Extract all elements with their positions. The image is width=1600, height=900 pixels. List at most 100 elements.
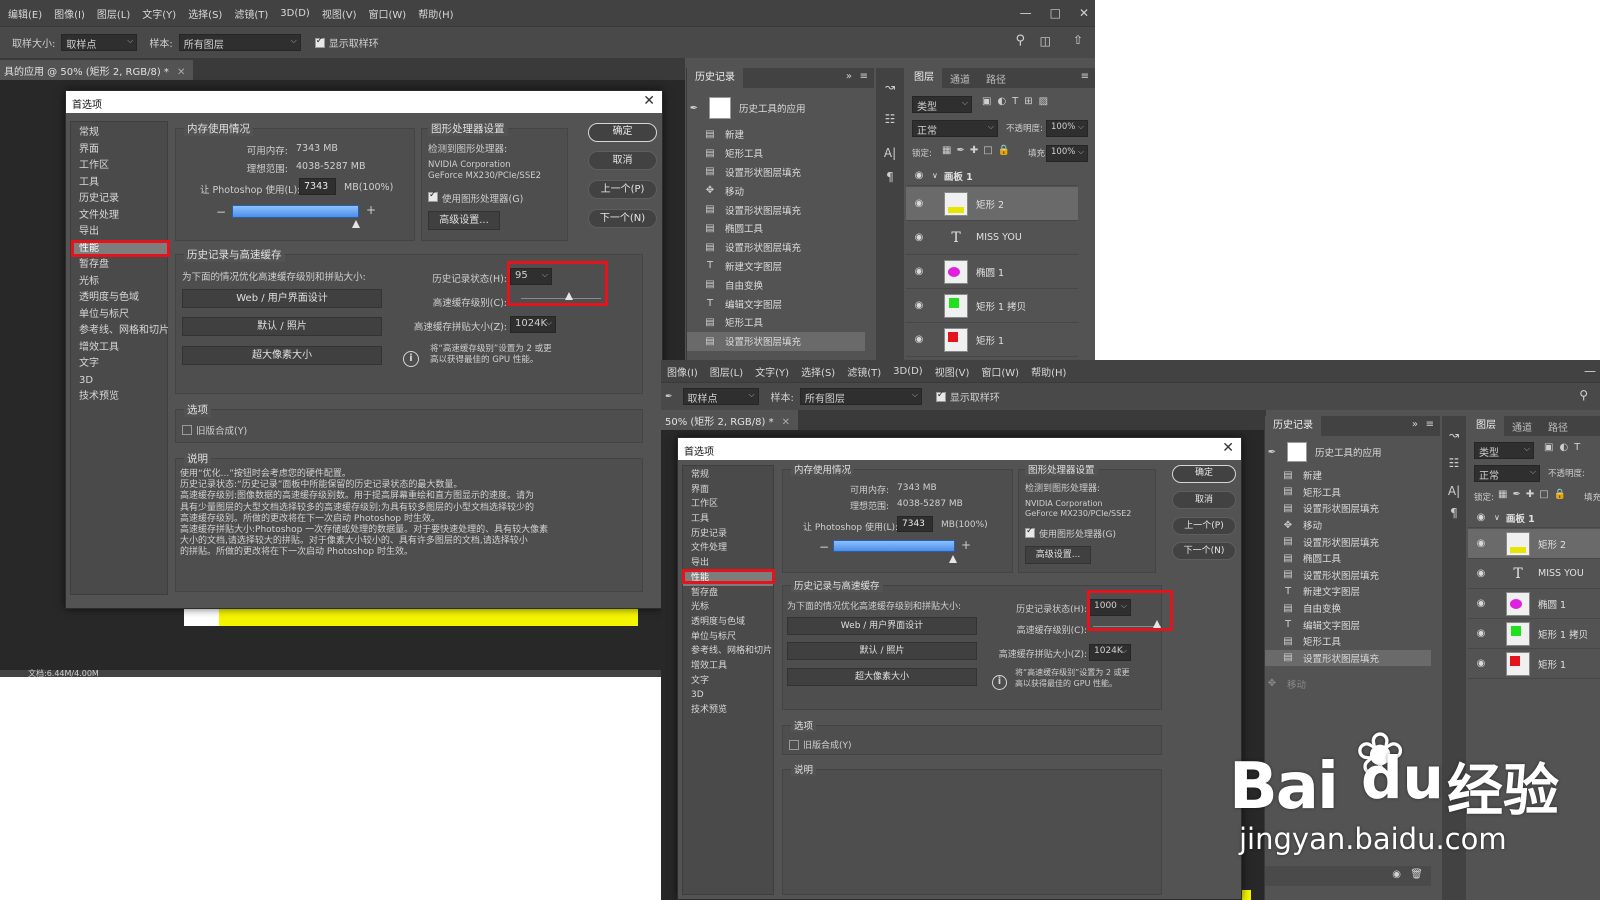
workspace-icon[interactable]: ◫ xyxy=(1040,34,1051,48)
share-icon[interactable]: ⇧ xyxy=(1073,33,1083,47)
gpu-advanced-button[interactable]: 高级设置... xyxy=(1025,546,1091,564)
layer-row[interactable]: ◉ 矩形 1 xyxy=(1468,649,1600,679)
category-item[interactable]: 增效工具 xyxy=(683,659,773,674)
web-ui-button[interactable]: Web / 用户界面设计 xyxy=(182,289,382,308)
menu-type[interactable]: 文字(Y) xyxy=(136,6,182,21)
category-item[interactable]: 工作区 xyxy=(71,158,167,175)
history-item[interactable]: ✥ 移动 xyxy=(687,181,865,200)
legacy-compositing-checkbox[interactable] xyxy=(789,740,799,750)
chevron-down-icon[interactable]: ∨ xyxy=(1494,513,1500,522)
next-button[interactable]: 下一个(N) xyxy=(588,209,657,228)
layer-row[interactable]: ◉ 椭圆 1 xyxy=(906,255,1078,289)
layer-filter-kind[interactable]: 类型 xyxy=(912,96,972,113)
tab-channels[interactable]: 通道 xyxy=(1504,419,1540,434)
huge-pixel-button[interactable]: 超大像素大小 xyxy=(787,668,977,686)
menu-edit[interactable]: 编辑(E) xyxy=(2,6,48,21)
panel-menu-icon[interactable]: ≡ xyxy=(860,71,868,82)
memory-slider-thumb[interactable] xyxy=(352,220,360,228)
category-item[interactable]: 文件处理 xyxy=(683,541,773,556)
visibility-eye-icon[interactable]: ◉ xyxy=(1474,538,1488,549)
properties-panel-icon[interactable]: ☷ xyxy=(1444,456,1464,470)
category-item[interactable]: 光标 xyxy=(683,600,773,615)
sample-select[interactable]: 所有图层 xyxy=(799,388,922,405)
cancel-button[interactable]: 取消 xyxy=(588,151,657,170)
panel-menu-icon[interactable]: ≡ xyxy=(1426,419,1434,430)
sample-size-select[interactable]: 取样点 xyxy=(61,34,138,51)
trash-icon[interactable]: 🗑 xyxy=(1410,869,1423,880)
blend-mode-select[interactable]: 正常 xyxy=(1474,465,1540,482)
history-item[interactable]: ▤ 矩形工具 xyxy=(687,144,865,163)
visibility-eye-icon[interactable]: ◉ xyxy=(1474,598,1488,609)
web-ui-button[interactable]: Web / 用户界面设计 xyxy=(787,617,977,635)
menu-image[interactable]: 图像(I) xyxy=(661,364,704,379)
category-item[interactable]: 工具 xyxy=(683,512,773,527)
menu-view[interactable]: 视图(V) xyxy=(316,6,363,21)
category-item[interactable]: 3D xyxy=(683,688,773,703)
menu-filter[interactable]: 滤镜(T) xyxy=(228,6,274,21)
history-item[interactable]: ▤ 设置形状图层填充 xyxy=(687,200,865,219)
tab-layers[interactable]: 图层 xyxy=(1468,416,1504,436)
history-item[interactable]: T 新建文字图层 xyxy=(687,257,865,276)
tab-close-icon[interactable]: ✕ xyxy=(177,67,185,78)
memory-minus[interactable]: − xyxy=(216,205,226,219)
search-icon[interactable]: ⚲ xyxy=(1015,33,1025,48)
menu-filter[interactable]: 滤镜(T) xyxy=(841,364,887,379)
blend-mode-select[interactable]: 正常 xyxy=(912,120,998,137)
history-snapshot[interactable]: ✒ 历史工具的应用 xyxy=(687,93,865,123)
default-photo-button[interactable]: 默认 / 照片 xyxy=(182,317,382,336)
history-states-input[interactable]: 95 xyxy=(510,268,552,285)
history-item[interactable]: ▤ 设置形状图层填充 xyxy=(687,163,865,182)
layers-menu-icon[interactable]: ≡ xyxy=(1081,71,1089,82)
layer-row[interactable]: ◉ T MISS YOU xyxy=(1468,559,1600,589)
history-item[interactable]: ▤ 设置形状图层填充 xyxy=(687,331,865,351)
history-item[interactable]: ▤ 椭圆工具 xyxy=(687,219,865,238)
visibility-eye-icon[interactable]: ◉ xyxy=(912,170,926,181)
dialog-close-icon[interactable]: ✕ xyxy=(643,93,655,109)
cancel-button[interactable]: 取消 xyxy=(1172,491,1236,509)
character-panel-icon[interactable]: A| xyxy=(1444,484,1464,498)
history-item[interactable]: ▤ 设置形状图层填充 xyxy=(1265,567,1431,584)
visibility-eye-icon[interactable]: ◉ xyxy=(1474,568,1488,579)
tab-history[interactable]: 历史记录 xyxy=(687,68,743,88)
history-item[interactable]: ▤ 设置形状图层填充 xyxy=(1265,649,1431,667)
let-ps-use-input[interactable]: 7343 xyxy=(897,516,933,532)
history-item[interactable]: ▤ 椭圆工具 xyxy=(1265,550,1431,567)
minimize-icon[interactable]: — xyxy=(1584,364,1596,378)
visibility-eye-icon[interactable]: ◉ xyxy=(912,300,926,311)
layer-row[interactable]: ◉ 矩形 2 xyxy=(906,187,1078,221)
menu-3d[interactable]: 3D(D) xyxy=(887,366,929,377)
memory-minus[interactable]: − xyxy=(819,540,829,554)
history-item[interactable]: ▤ 设置形状图层填充 xyxy=(1265,500,1431,517)
lock-icons[interactable]: ▦✒✚□🔒 xyxy=(1498,489,1571,500)
visibility-eye-icon[interactable]: ◉ xyxy=(912,266,926,277)
category-item[interactable]: 文字 xyxy=(71,356,167,373)
history-item[interactable]: ▤ 设置形状图层填充 xyxy=(1265,533,1431,550)
category-item[interactable]: 技术预览 xyxy=(683,703,773,718)
tab-paths[interactable]: 路径 xyxy=(978,71,1014,86)
visibility-eye-icon[interactable]: ◉ xyxy=(1474,628,1488,639)
paragraph-panel-icon[interactable]: ¶ xyxy=(1444,506,1464,520)
category-item[interactable]: 工作区 xyxy=(683,497,773,512)
visibility-eye-icon[interactable]: ◉ xyxy=(912,334,926,345)
history-item[interactable]: ✥ 移动 xyxy=(1265,517,1431,534)
legacy-compositing-checkbox[interactable] xyxy=(182,425,192,435)
default-photo-button[interactable]: 默认 / 照片 xyxy=(787,642,977,660)
category-item[interactable]: 历史记录 xyxy=(71,191,167,208)
menu-3d[interactable]: 3D(D) xyxy=(274,8,316,19)
history-item[interactable]: T 编辑文字图层 xyxy=(1265,616,1431,633)
character-panel-icon[interactable]: A| xyxy=(880,146,900,160)
cache-levels-thumb[interactable] xyxy=(1153,620,1161,628)
close-icon[interactable]: ✕ xyxy=(1079,6,1089,20)
dialog-close-icon[interactable]: ✕ xyxy=(1222,440,1234,456)
menu-type[interactable]: 文字(Y) xyxy=(749,364,795,379)
category-item[interactable]: 常规 xyxy=(71,125,167,142)
sample-select[interactable]: 所有图层 xyxy=(178,34,301,51)
history-states-input[interactable]: 1000 xyxy=(1089,599,1131,616)
tile-size-select[interactable]: 1024K xyxy=(510,316,556,333)
tab-channels[interactable]: 通道 xyxy=(942,71,978,86)
search-icon[interactable]: ⚲ xyxy=(1579,388,1588,402)
category-item[interactable]: 界面 xyxy=(71,142,167,159)
lock-icons[interactable]: ▦✒✚□🔒 xyxy=(942,145,1015,156)
minimize-icon[interactable]: — xyxy=(1020,6,1032,20)
category-item[interactable]: 界面 xyxy=(683,483,773,498)
